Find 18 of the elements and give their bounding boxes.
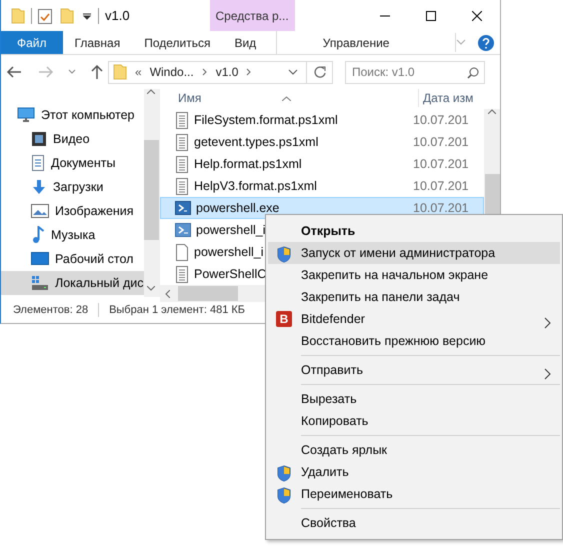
window-title: v1.0: [105, 6, 130, 25]
file-name: Help.format.ps1xml: [194, 156, 302, 173]
file-name: powershell.exe: [196, 200, 280, 217]
file-name: getevent.types.ps1xml: [194, 134, 318, 151]
file-name: PowerShellC: [194, 266, 266, 283]
file-date: 10.07.201: [413, 112, 469, 129]
file-name: FileSystem.format.ps1xml: [194, 112, 338, 129]
file-name: powershell_i: [194, 244, 264, 261]
file-date: 10.07.201: [413, 134, 469, 151]
contextual-tab-header: Средства р...: [210, 0, 295, 31]
item-count: Элементов: 28: [13, 302, 88, 318]
file-date: 10.07.201: [413, 156, 469, 173]
selection-info: Выбран 1 элемент: 481 КБ: [109, 302, 245, 318]
file-date: 10.07.201: [413, 178, 469, 195]
bitdefender-icon: B: [276, 311, 292, 327]
file-name: HelpV3.format.ps1xml: [194, 178, 317, 195]
file-date: 10.07.201: [413, 200, 469, 217]
file-name: powershell_i: [196, 222, 266, 239]
